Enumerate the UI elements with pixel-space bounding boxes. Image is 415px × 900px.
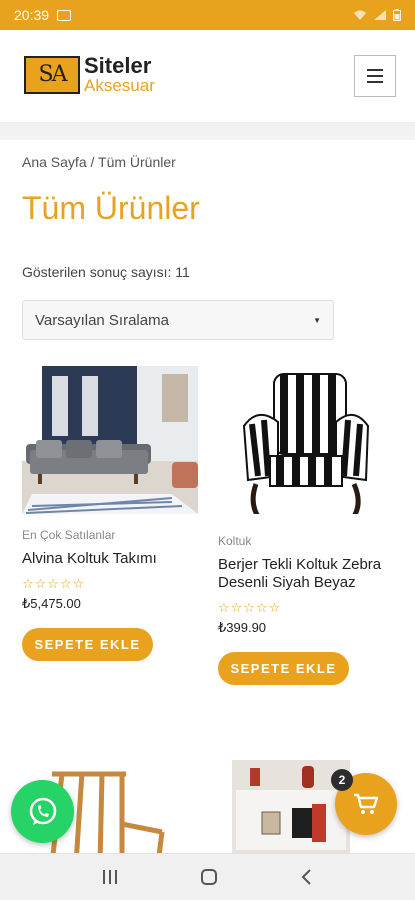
breadcrumb[interactable]: Ana Sayfa / Tüm Ürünler xyxy=(22,154,176,170)
product-image[interactable] xyxy=(218,366,394,514)
product-price: ₺399.90 xyxy=(218,620,267,635)
result-count: Gösterilen sonuç sayısı: 11 xyxy=(22,264,190,280)
rating-stars-icon: ☆☆☆☆☆ xyxy=(218,600,282,615)
add-to-cart-button[interactable]: SEPETE EKLE xyxy=(22,628,153,661)
home-icon[interactable] xyxy=(200,868,218,886)
product-name[interactable]: Alvina Koltuk Takımı xyxy=(22,550,198,568)
signal-icon xyxy=(374,10,386,20)
main-content: Ana Sayfa / Tüm Ürünler Tüm Ürünler Göst… xyxy=(0,140,415,853)
product-card: Koltuk Berjer Tekli Koltuk Zebra Desenli… xyxy=(218,366,394,685)
cart-button[interactable]: 2 xyxy=(331,769,397,835)
logo-line2: Aksesuar xyxy=(84,76,155,95)
image-notification-icon xyxy=(57,9,72,21)
dropdown-caret-icon: ▼ xyxy=(313,315,321,325)
whatsapp-button[interactable] xyxy=(11,780,74,843)
sort-select[interactable]: Varsayılan Sıralama ▼ xyxy=(22,300,334,340)
product-category[interactable]: Koltuk xyxy=(218,534,394,548)
site-logo[interactable]: SA Siteler Aksesuar xyxy=(24,55,155,94)
recent-apps-icon[interactable] xyxy=(101,869,119,885)
hamburger-menu-button[interactable] xyxy=(354,55,396,97)
zebra-armchair-image xyxy=(218,366,394,514)
add-to-cart-button[interactable]: SEPETE EKLE xyxy=(218,652,349,685)
product-name[interactable]: Berjer Tekli Koltuk Zebra Desenli Siyah … xyxy=(218,556,394,592)
battery-icon xyxy=(393,9,401,21)
logo-line1: Siteler xyxy=(84,53,152,78)
product-category[interactable]: En Çok Satılanlar xyxy=(22,528,198,542)
back-icon[interactable] xyxy=(300,868,314,886)
whatsapp-icon xyxy=(29,797,56,825)
page-title: Tüm Ürünler xyxy=(22,190,200,226)
wifi-icon xyxy=(354,10,366,20)
status-icons xyxy=(353,9,401,21)
product-card: En Çok Satılanlar Alvina Koltuk Takımı ☆… xyxy=(22,366,198,661)
cart-count-badge: 2 xyxy=(331,769,353,791)
system-nav-bar xyxy=(0,853,415,900)
status-time: 20:39 xyxy=(14,7,50,23)
product-image[interactable] xyxy=(22,366,198,514)
sort-selected-value: Varsayılan Sıralama xyxy=(35,311,169,329)
cart-icon xyxy=(354,793,379,814)
menu-icon xyxy=(367,69,383,71)
status-bar: 20:39 xyxy=(0,0,415,30)
logo-mark: SA xyxy=(24,55,80,94)
sofa-image xyxy=(22,366,198,514)
site-header: SA Siteler Aksesuar xyxy=(0,30,415,122)
product-price: ₺5,475.00 xyxy=(22,596,81,611)
logo-text: Siteler Aksesuar xyxy=(84,53,155,95)
rating-stars-icon: ☆☆☆☆☆ xyxy=(22,576,86,591)
